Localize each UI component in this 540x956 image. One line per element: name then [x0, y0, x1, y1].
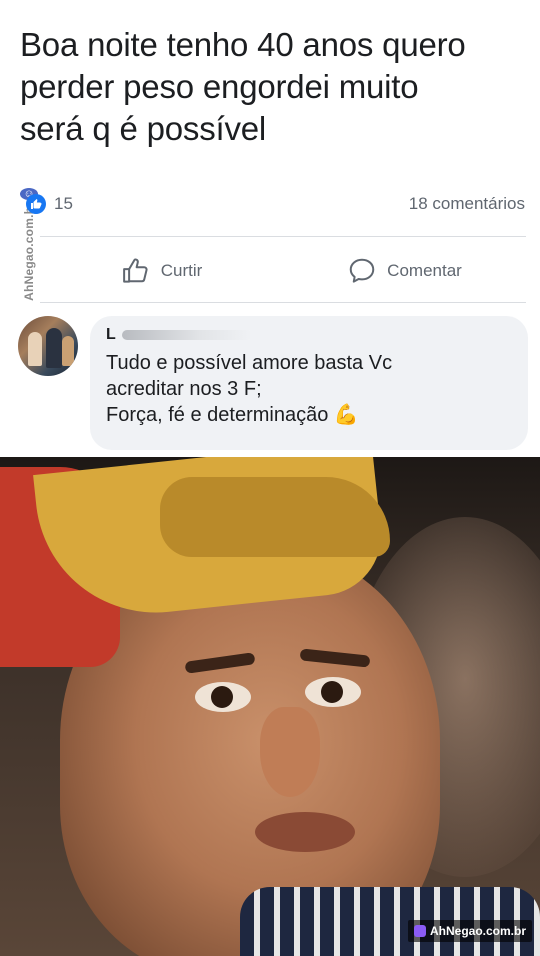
redacted-name — [121, 330, 252, 340]
likes-summary[interactable]: 15 — [20, 194, 73, 214]
thumbs-up-icon — [122, 258, 148, 283]
comments-count[interactable]: 18 comentários — [409, 194, 525, 214]
bottom-watermark: AhNegao.com.br — [407, 920, 532, 942]
meme-image: AhNegao.com.br — [0, 457, 540, 956]
comment-item: L Tudo e possível amore basta Vc acredit… — [18, 316, 528, 450]
like-reaction-icon — [26, 194, 46, 214]
post-actions: Curtir Comentar — [40, 245, 526, 297]
like-label: Curtir — [160, 261, 203, 280]
divider — [40, 236, 526, 237]
post-text: Boa noite tenho 40 anos quero perder pes… — [20, 26, 466, 147]
comment-bubble: L Tudo e possível amore basta Vc acredit… — [90, 316, 528, 450]
commenter-name-visible: L — [106, 326, 116, 343]
comment-button[interactable]: Comentar — [283, 256, 526, 286]
like-button[interactable]: Curtir — [40, 256, 283, 286]
comment-label: Comentar — [387, 261, 462, 280]
commenter-name[interactable]: L — [106, 326, 510, 344]
commenter-avatar[interactable] — [18, 316, 78, 376]
divider — [40, 302, 526, 303]
bottom-watermark-text: AhNegao.com.br — [429, 924, 526, 938]
comment-text: Tudo e possível amore basta Vc acreditar… — [106, 352, 393, 426]
watermark-icon — [413, 925, 426, 937]
reactions-bar: 15 18 comentários — [20, 190, 525, 218]
comment-bubble-icon — [349, 258, 375, 283]
likes-count: 15 — [54, 194, 73, 213]
